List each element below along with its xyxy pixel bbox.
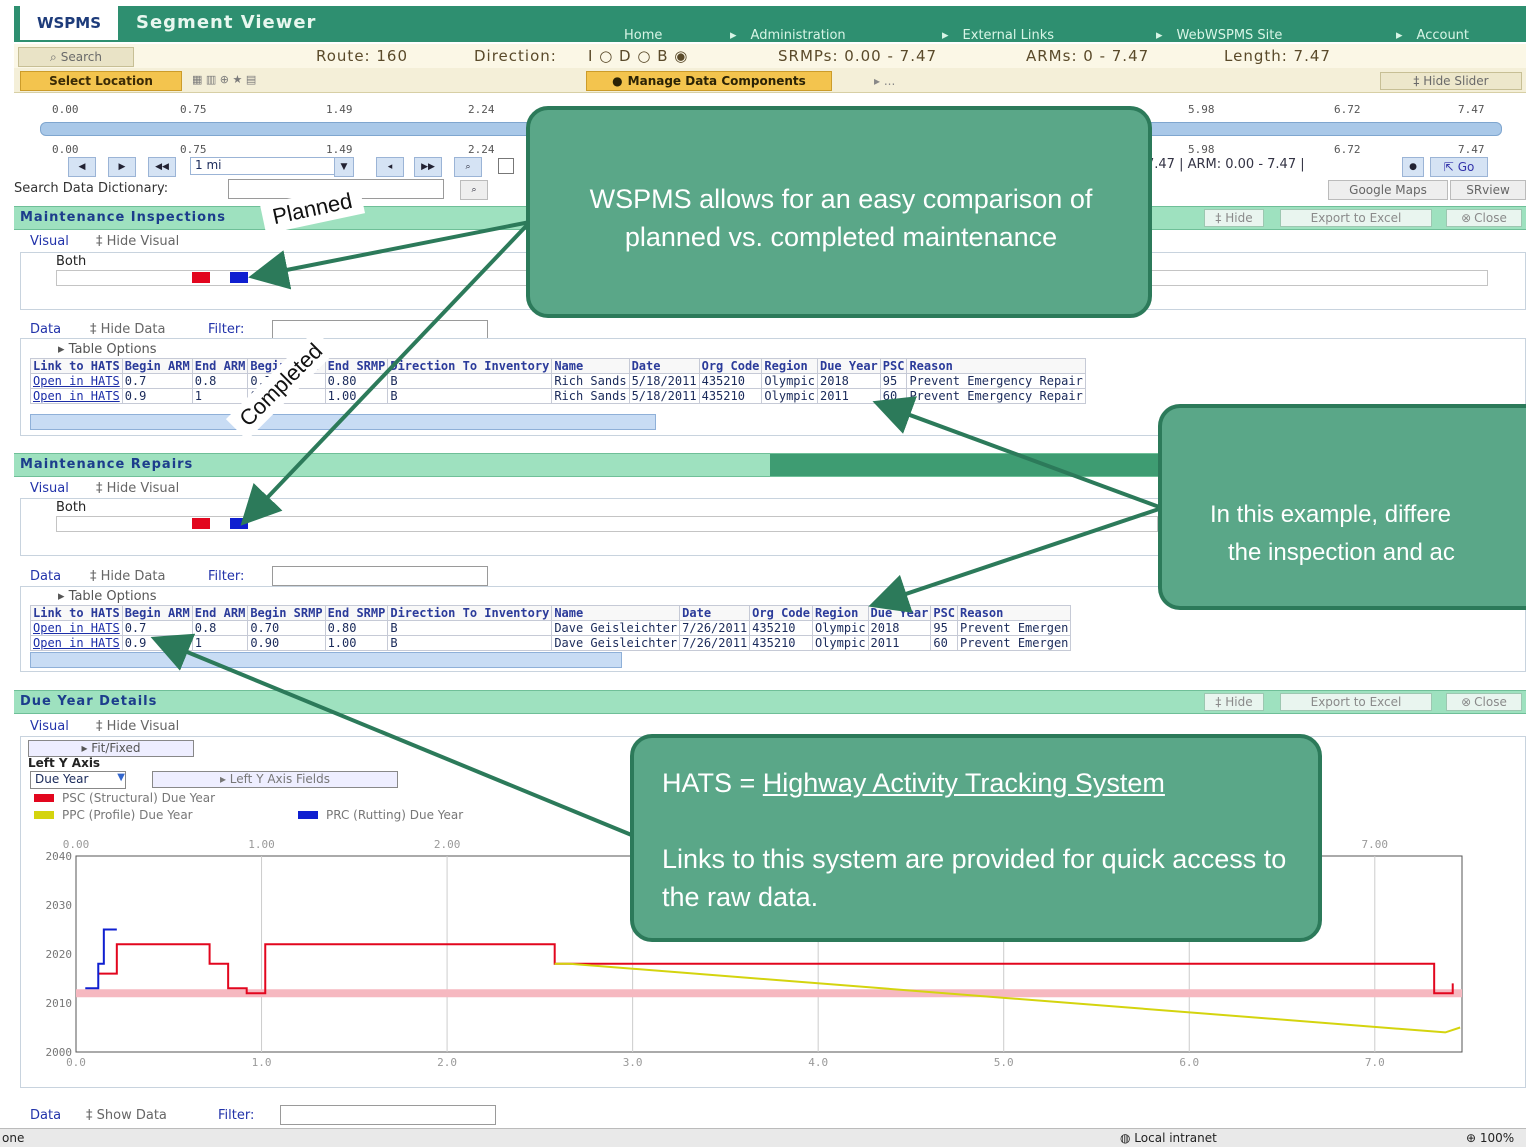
hats-callout: HATS = Highway Activity Tracking System … bbox=[630, 734, 1322, 942]
hats-links-text: Links to this system are provided for qu… bbox=[662, 844, 1287, 912]
arrow-to-inspection-name bbox=[872, 396, 1163, 510]
example-line-2: the inspection and ac bbox=[1228, 539, 1455, 566]
compare-callout: WSPMS allows for an easy comparison of p… bbox=[526, 106, 1152, 318]
arrow-to-hats-link bbox=[150, 633, 635, 838]
arrow-to-repair-name bbox=[868, 506, 1163, 613]
compare-text: WSPMS allows for an easy comparison of p… bbox=[589, 184, 1093, 252]
example-line-1: In this example, differe bbox=[1210, 501, 1452, 528]
example-callout: In this example, differe the inspection … bbox=[1158, 404, 1526, 610]
hats-definition: HATS = Highway Activity Tracking System bbox=[662, 768, 1165, 798]
